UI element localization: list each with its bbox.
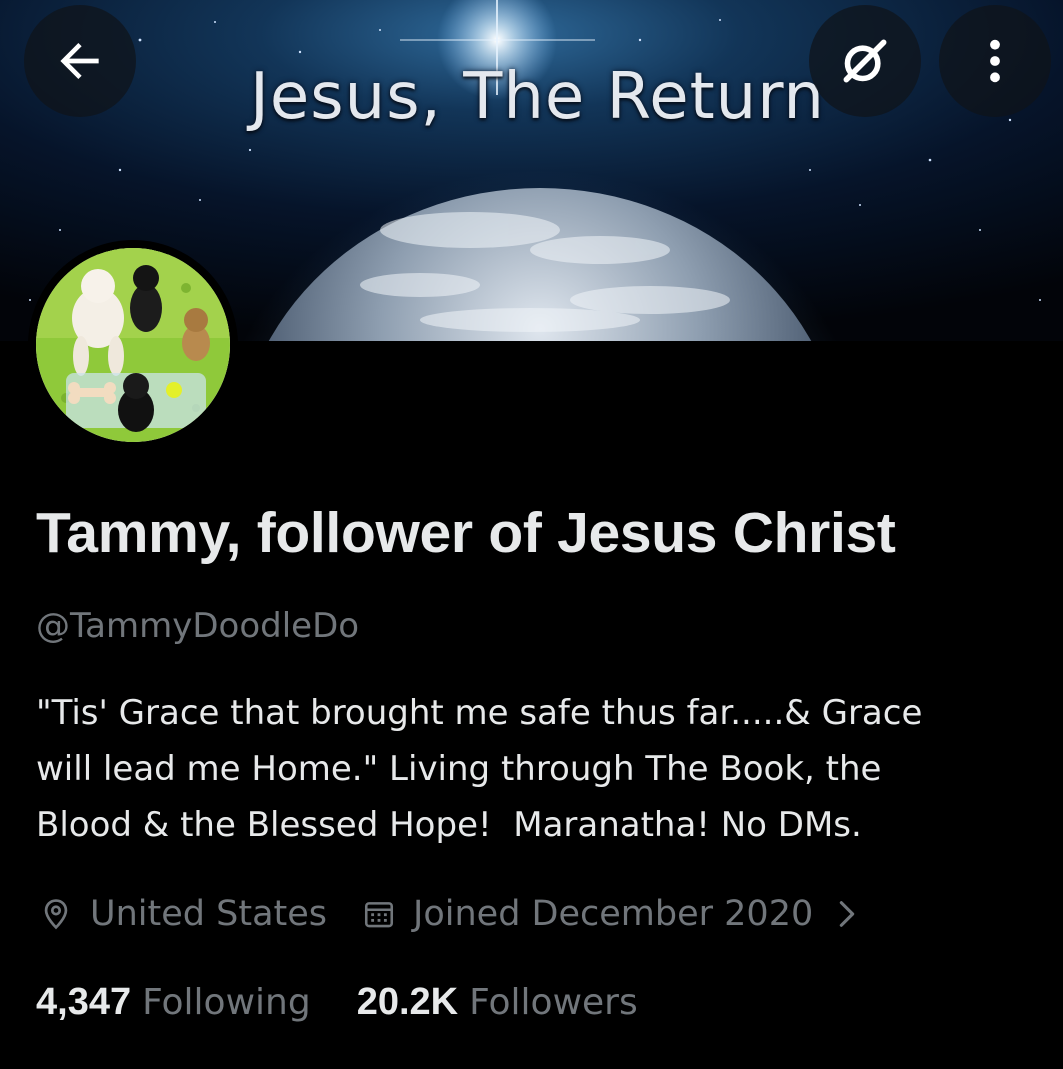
joined-text: Joined December 2020 xyxy=(413,894,814,934)
following-count: 4,347 xyxy=(36,980,132,1023)
followers-label: Followers xyxy=(469,981,638,1023)
bio-line: will lead me Home." Living through The B… xyxy=(36,749,882,789)
user-handle: @TammyDoodleDo xyxy=(36,606,360,646)
followers-count: 20.2K xyxy=(356,980,459,1023)
location-text: United States xyxy=(90,894,328,934)
follow-stats: 4,347 Following 20.2K Followers xyxy=(36,975,638,1029)
back-button[interactable] xyxy=(24,5,136,117)
avatar[interactable] xyxy=(28,240,238,450)
location-pin-icon xyxy=(36,894,76,934)
location: United States xyxy=(36,894,327,934)
more-vertical-icon xyxy=(967,33,1023,89)
bio-line: "Tis' Grace that brought me safe thus fa… xyxy=(36,693,923,733)
profile-meta: United States Joined December 2020 xyxy=(36,888,859,940)
grok-icon xyxy=(837,33,893,89)
calendar-icon xyxy=(359,894,399,934)
more-options-button[interactable] xyxy=(939,5,1051,117)
following-link[interactable]: 4,347 Following xyxy=(36,981,311,1024)
display-name: Tammy, follower of Jesus Christ xyxy=(36,501,896,565)
followers-link[interactable]: 20.2K Followers xyxy=(357,981,638,1024)
bio: "Tis' Grace that brought me safe thus fa… xyxy=(36,685,1036,853)
arrow-left-icon xyxy=(52,33,108,89)
joined-date[interactable]: Joined December 2020 xyxy=(359,894,859,934)
chevron-right-icon xyxy=(835,897,859,931)
avatar-image xyxy=(36,248,230,442)
grok-button[interactable] xyxy=(809,5,921,117)
following-label: Following xyxy=(142,981,311,1023)
bio-line: Blood & the Blessed Hope! Maranatha! No … xyxy=(36,805,862,845)
